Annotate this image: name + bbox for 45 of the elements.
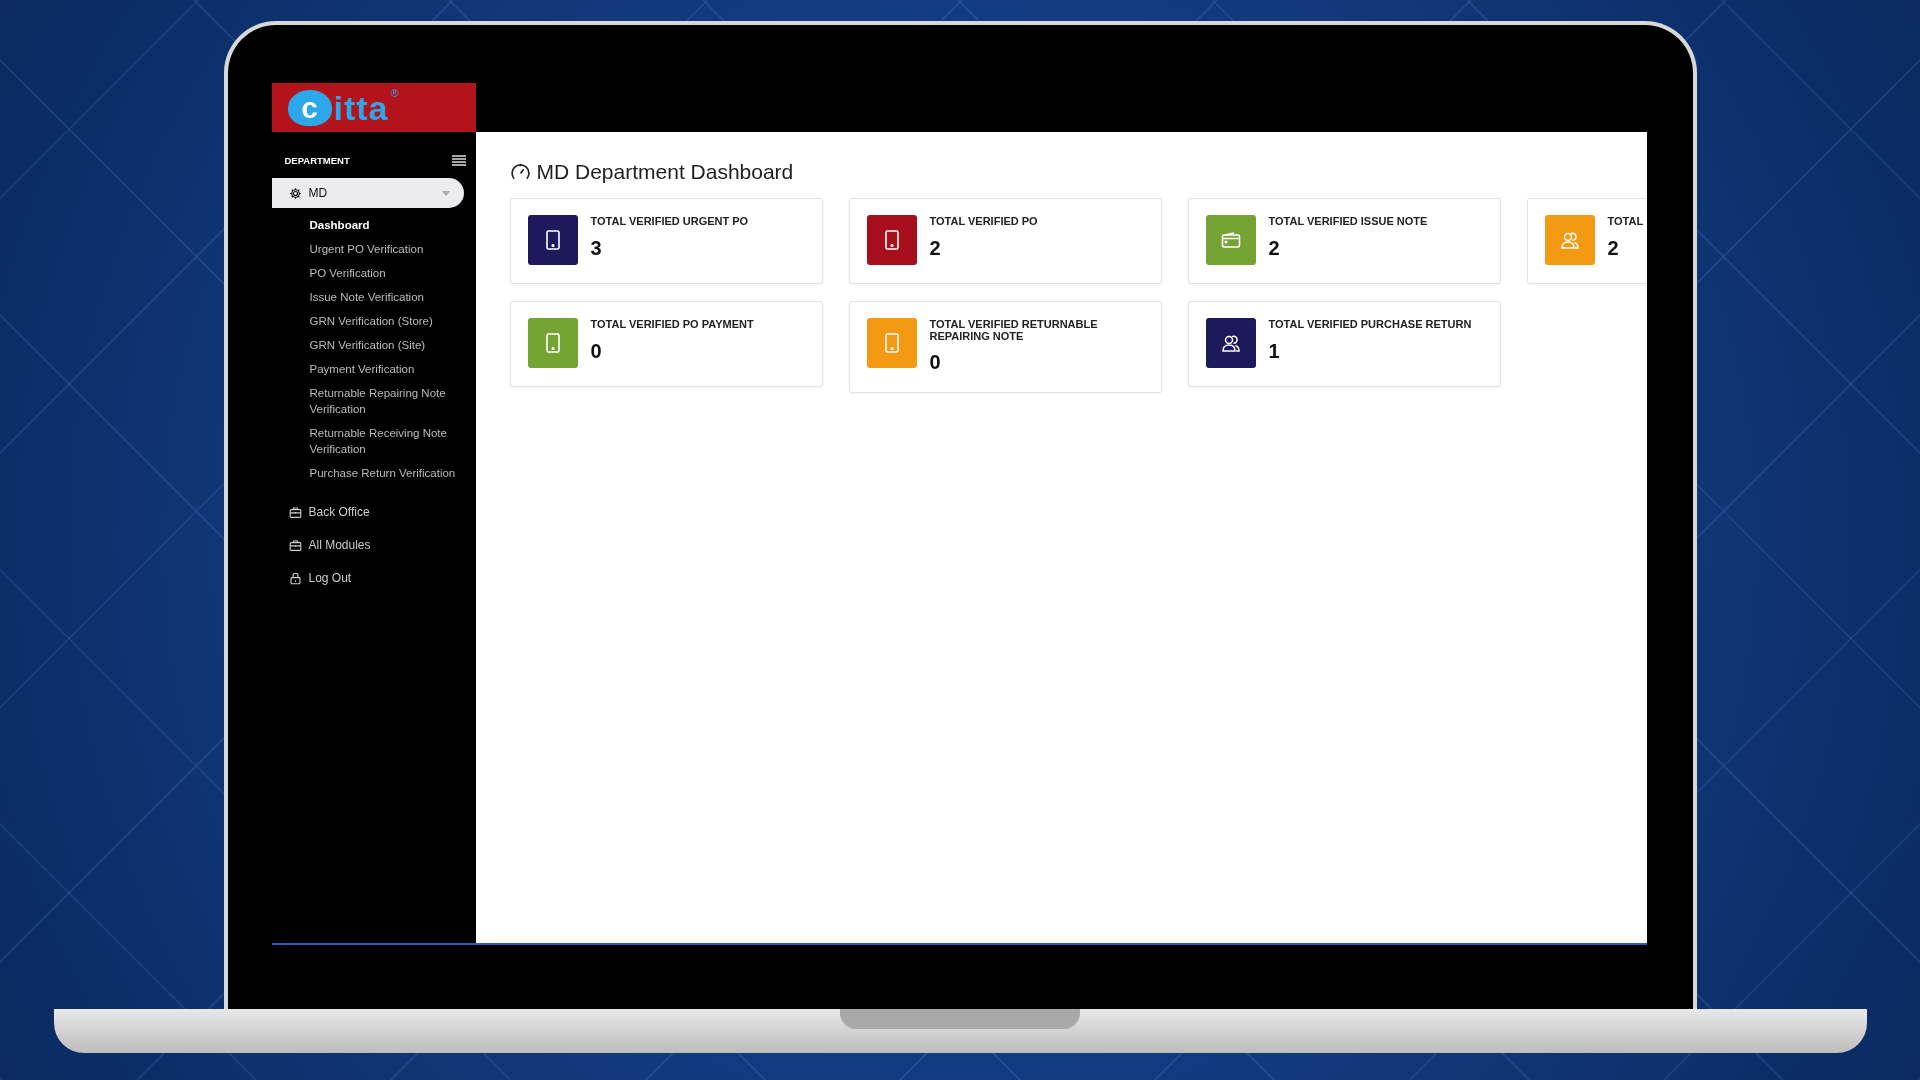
stat-value: 0 [590, 339, 603, 363]
lock-icon [288, 571, 302, 585]
section-label: DEPARTMENT [284, 155, 350, 166]
stat-value: 0 [929, 351, 942, 375]
stat-title: TOTAL VERIFIED ISSUE NOTE [1268, 216, 1428, 228]
submenu-link[interactable]: Returnable Receiving Note Verification [309, 421, 476, 461]
submenu-link[interactable]: Purchase Return Verification [309, 461, 476, 485]
stat-title: TOTAL VERIFIED RETURNABLE REPAIRING NOTE [929, 319, 1099, 343]
stat-title: TOTAL VERIFIED URGENT PO [590, 216, 749, 228]
nav-item[interactable]: Back Office [271, 497, 464, 527]
submenu-link[interactable]: Payment Verification [309, 357, 476, 381]
submenu-link[interactable]: GRN Verification (Site) [309, 333, 476, 357]
submenu-link[interactable]: PO Verification [309, 261, 476, 285]
stat-value: 2 [929, 236, 942, 260]
gear-icon [288, 186, 302, 200]
page-title: MD Department Dashboard [536, 160, 794, 184]
stat-title: TOTAL VERIFIED PURCHASE RETURN [1268, 319, 1472, 331]
tablet-icon [883, 230, 900, 250]
users-icon [1220, 333, 1241, 353]
briefcase-icon [288, 505, 302, 519]
nav-item[interactable]: Log Out [271, 563, 464, 593]
submenu-link[interactable]: Urgent PO Verification [309, 237, 476, 261]
tablet-icon [544, 230, 561, 250]
stat-value: 2 [1268, 236, 1281, 260]
users-icon [1559, 230, 1580, 250]
nav-item[interactable]: All Modules [271, 530, 464, 560]
tablet-icon [544, 333, 561, 353]
submenu-link[interactable]: Dashboard [309, 213, 476, 237]
stat-title: TOTAL VERIFIED PO PAYMENT [590, 319, 754, 331]
submenu-link[interactable]: Returnable Repairing Note Verification [309, 381, 476, 421]
stat-value: 2 [1607, 236, 1620, 260]
wallet-icon [1220, 232, 1241, 248]
submenu-link[interactable]: Issue Note Verification [309, 285, 476, 309]
stat-value: 3 [590, 236, 603, 260]
submenu-link[interactable]: GRN Verification (Store) [309, 309, 476, 333]
stat-value: 1 [1268, 339, 1281, 363]
logo-text: itta [333, 90, 389, 125]
nav-item[interactable]: MD [271, 178, 464, 208]
stat-title: TOTAL VERIFIED PO [929, 216, 1038, 228]
briefcase-icon [288, 538, 302, 552]
tablet-icon [883, 333, 900, 353]
registered-mark: ® [390, 87, 399, 99]
menu-icon[interactable] [451, 155, 466, 166]
logo-cloud: c [287, 89, 332, 126]
stat-title: TOTAL [1607, 216, 1644, 228]
